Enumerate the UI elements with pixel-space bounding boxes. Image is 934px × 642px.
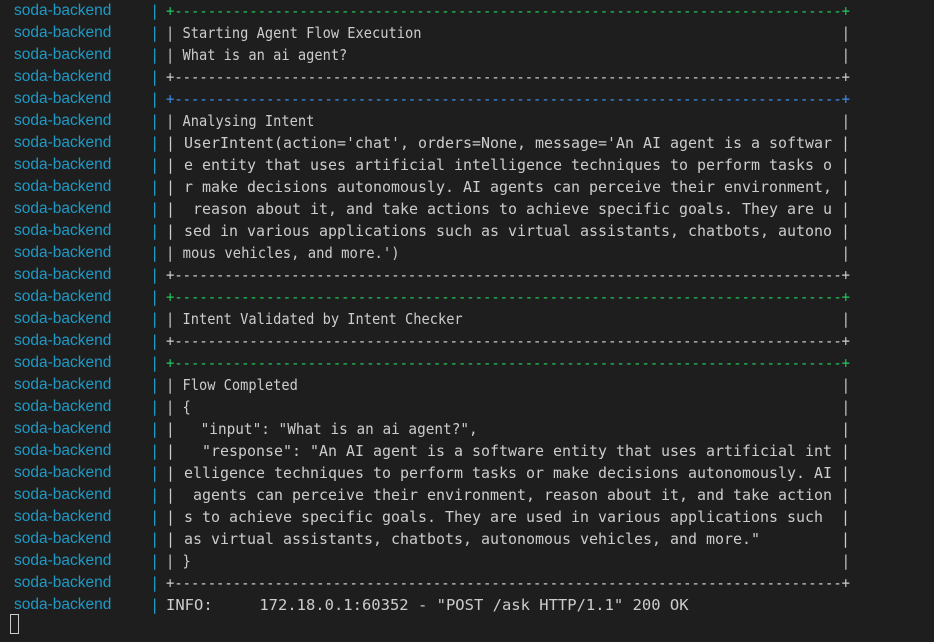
log-separator: |	[150, 46, 160, 64]
log-separator: |	[150, 332, 160, 350]
service-name: soda-backend	[14, 244, 112, 261]
service-name: soda-backend	[14, 310, 112, 327]
log-message: +---------------------------------------…	[166, 2, 851, 20]
log-separator: |	[150, 156, 160, 174]
log-message: | mous vehicles, and more.') |	[166, 244, 851, 262]
service-name: soda-backend	[14, 530, 112, 547]
log-message: +---------------------------------------…	[166, 288, 851, 306]
log-message: | s to achieve specific goals. They are …	[166, 508, 850, 526]
service-name: soda-backend	[14, 464, 112, 481]
log-message: | { |	[166, 398, 851, 416]
log-separator: |	[150, 24, 160, 42]
service-name: soda-backend	[14, 486, 112, 503]
log-separator: |	[150, 442, 160, 460]
log-message: | Intent Validated by Intent Checker |	[166, 310, 851, 328]
service-name: soda-backend	[14, 178, 112, 195]
log-message: +---------------------------------------…	[166, 332, 851, 350]
terminal-window[interactable]: soda-backend | +--------------------------…	[0, 0, 934, 642]
service-name: soda-backend	[14, 90, 112, 107]
log-separator: |	[150, 398, 160, 416]
log-separator: |	[150, 266, 160, 284]
log-separator: |	[150, 68, 160, 86]
service-name: soda-backend	[14, 508, 112, 525]
log-separator: |	[150, 178, 160, 196]
log-separator: |	[150, 200, 160, 218]
log-separator: |	[150, 574, 160, 592]
log-message: | elligence techniques to perform tasks …	[166, 464, 850, 482]
log-message: | sed in various applications such as vi…	[166, 222, 850, 240]
service-name: soda-backend	[14, 596, 112, 613]
service-name: soda-backend	[14, 222, 112, 239]
service-name: soda-backend	[14, 2, 112, 19]
service-name: soda-backend	[14, 112, 112, 129]
log-message: INFO: 172.18.0.1:60352 - "POST /ask HTTP…	[166, 596, 689, 614]
log-separator: |	[150, 134, 160, 152]
service-name: soda-backend	[14, 24, 112, 41]
log-message: | "input": "What is an ai agent?", |	[166, 420, 850, 438]
log-separator: |	[150, 112, 160, 130]
service-name: soda-backend	[14, 156, 112, 173]
service-name: soda-backend	[14, 420, 112, 437]
service-name: soda-backend	[14, 46, 112, 63]
service-name: soda-backend	[14, 266, 112, 283]
service-name: soda-backend	[14, 574, 112, 591]
log-message: | Starting Agent Flow Execution |	[166, 24, 851, 42]
service-name: soda-backend	[14, 552, 112, 569]
service-name: soda-backend	[14, 442, 112, 459]
log-separator: |	[150, 90, 160, 108]
service-name: soda-backend	[14, 376, 112, 393]
service-name: soda-backend	[14, 288, 112, 305]
service-name: soda-backend	[14, 398, 112, 415]
log-separator: |	[150, 530, 160, 548]
log-message: | "response": "An AI agent is a software…	[166, 442, 850, 460]
service-name: soda-backend	[14, 354, 112, 371]
log-separator: |	[150, 244, 160, 262]
log-separator: |	[150, 508, 160, 526]
log-separator: |	[150, 464, 160, 482]
log-message: +---------------------------------------…	[166, 68, 851, 86]
log-message: | What is an ai agent? |	[166, 46, 851, 64]
log-separator: |	[150, 596, 160, 614]
log-message: | agents can perceive their environment,…	[166, 486, 850, 504]
log-message: | e entity that uses artificial intellig…	[166, 156, 850, 174]
service-name: soda-backend	[14, 332, 112, 349]
log-message: | UserIntent(action='chat', orders=None,…	[166, 134, 850, 152]
log-separator: |	[150, 354, 160, 372]
log-message: +---------------------------------------…	[166, 354, 851, 372]
log-separator: |	[150, 222, 160, 240]
log-separator: |	[150, 552, 160, 570]
log-message: +---------------------------------------…	[166, 90, 851, 108]
log-separator: |	[150, 2, 160, 20]
log-message: | reason about it, and take actions to a…	[166, 200, 850, 218]
log-separator: |	[150, 376, 160, 394]
log-separator: |	[150, 310, 160, 328]
log-message: | Analysing Intent |	[166, 112, 851, 130]
log-message: | r make decisions autonomously. AI agen…	[166, 178, 850, 196]
log-separator: |	[150, 486, 160, 504]
service-name: soda-backend	[14, 134, 112, 151]
log-message: | } |	[166, 552, 851, 570]
log-message: +---------------------------------------…	[166, 266, 851, 284]
log-separator: |	[150, 420, 160, 438]
log-message: | as virtual assistants, chatbots, auton…	[166, 530, 850, 548]
log-message: +---------------------------------------…	[166, 574, 851, 592]
service-name: soda-backend	[14, 68, 112, 85]
log-message: | Flow Completed |	[166, 376, 851, 394]
log-separator: |	[150, 288, 160, 306]
terminal-cursor	[10, 614, 19, 634]
service-name: soda-backend	[14, 200, 112, 217]
